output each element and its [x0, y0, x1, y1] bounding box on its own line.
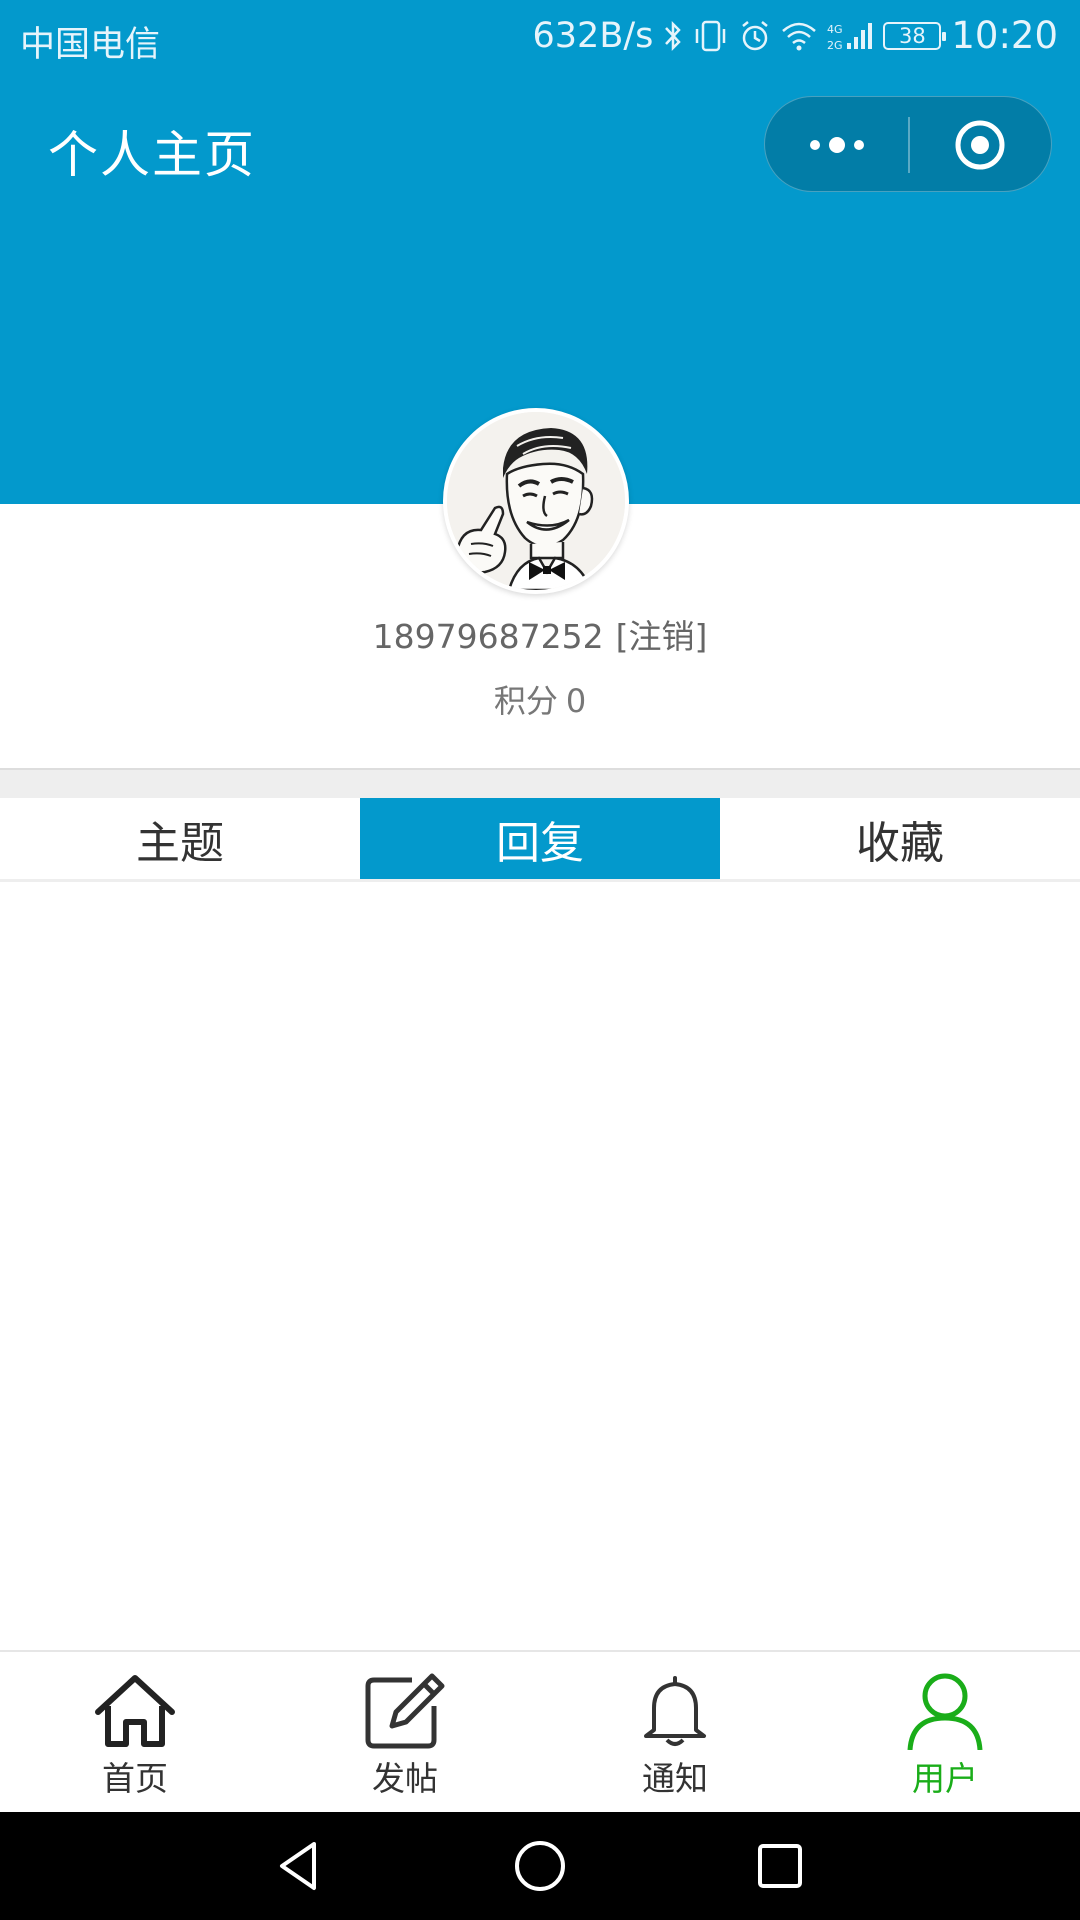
more-button[interactable]: [765, 97, 908, 193]
tabbar-label-home: 首页: [102, 1759, 168, 1798]
user-icon: [907, 1673, 983, 1750]
section-divider: [0, 768, 1080, 798]
tabbar-label-post: 发帖: [372, 1759, 438, 1798]
home-icon: [95, 1675, 175, 1747]
status-time: 10:20: [951, 14, 1058, 57]
alarm-icon: [739, 19, 771, 53]
close-button[interactable]: [908, 97, 1051, 193]
tab-replies[interactable]: 回复: [360, 798, 720, 879]
home-circle-icon[interactable]: [508, 1834, 572, 1898]
back-icon[interactable]: [268, 1834, 332, 1898]
edit-icon: [365, 1673, 445, 1749]
battery-indicator: 38: [883, 21, 947, 50]
phone-number: 18979687252: [372, 617, 604, 656]
bell-icon: [644, 1676, 706, 1746]
page-title: 个人主页: [48, 126, 256, 184]
tabbar-label-notify: 通知: [642, 1759, 708, 1798]
content-tabs: 主题 回复 收藏: [0, 798, 1080, 882]
tabbar-label-user: 用户: [912, 1759, 978, 1798]
mini-program-capsule: [764, 96, 1052, 192]
points-label: 积分: [493, 682, 558, 720]
more-dots-icon: [809, 137, 864, 153]
points-line: 积分 0: [0, 676, 1080, 722]
tabbar-item-home[interactable]: 首页: [0, 1652, 270, 1812]
status-bar: 中国电信 632B/s 4G 2G 38 10:20: [0, 0, 1080, 74]
tab-favorites[interactable]: 收藏: [720, 798, 1080, 879]
bluetooth-icon: [663, 19, 683, 53]
profile-account-line: 18979687252 [注销]: [0, 610, 1080, 658]
tabbar-item-user[interactable]: 用户: [810, 1652, 1080, 1812]
status-indicators: 632B/s 4G 2G 38 10:20: [533, 14, 1058, 57]
cellular-signal-icon: 4G 2G: [827, 19, 873, 53]
svg-text:2G: 2G: [827, 39, 843, 52]
bottom-tab-bar: 首页 发帖 通知 用户: [0, 1650, 1080, 1812]
logout-link[interactable]: [注销]: [616, 617, 708, 656]
tabbar-item-notify[interactable]: 通知: [540, 1652, 810, 1812]
target-close-icon: [955, 120, 1004, 170]
points-value: 0: [565, 682, 587, 720]
tab-topics[interactable]: 主题: [0, 798, 360, 879]
svg-text:4G: 4G: [827, 23, 843, 36]
wifi-icon: [781, 20, 817, 52]
net-speed: 632B/s: [532, 15, 654, 56]
recents-icon[interactable]: [748, 1834, 812, 1898]
carrier-label: 中国电信: [20, 25, 161, 65]
retro-man-avatar: [447, 412, 625, 590]
vibrate-icon: [693, 19, 729, 53]
avatar[interactable]: [443, 408, 629, 594]
profile-screen: 中国电信 632B/s 4G 2G 38 10:20 个人主页 18979687…: [0, 0, 1080, 1920]
tabbar-item-post[interactable]: 发帖: [270, 1652, 540, 1812]
system-nav-bar: [0, 1812, 1080, 1920]
